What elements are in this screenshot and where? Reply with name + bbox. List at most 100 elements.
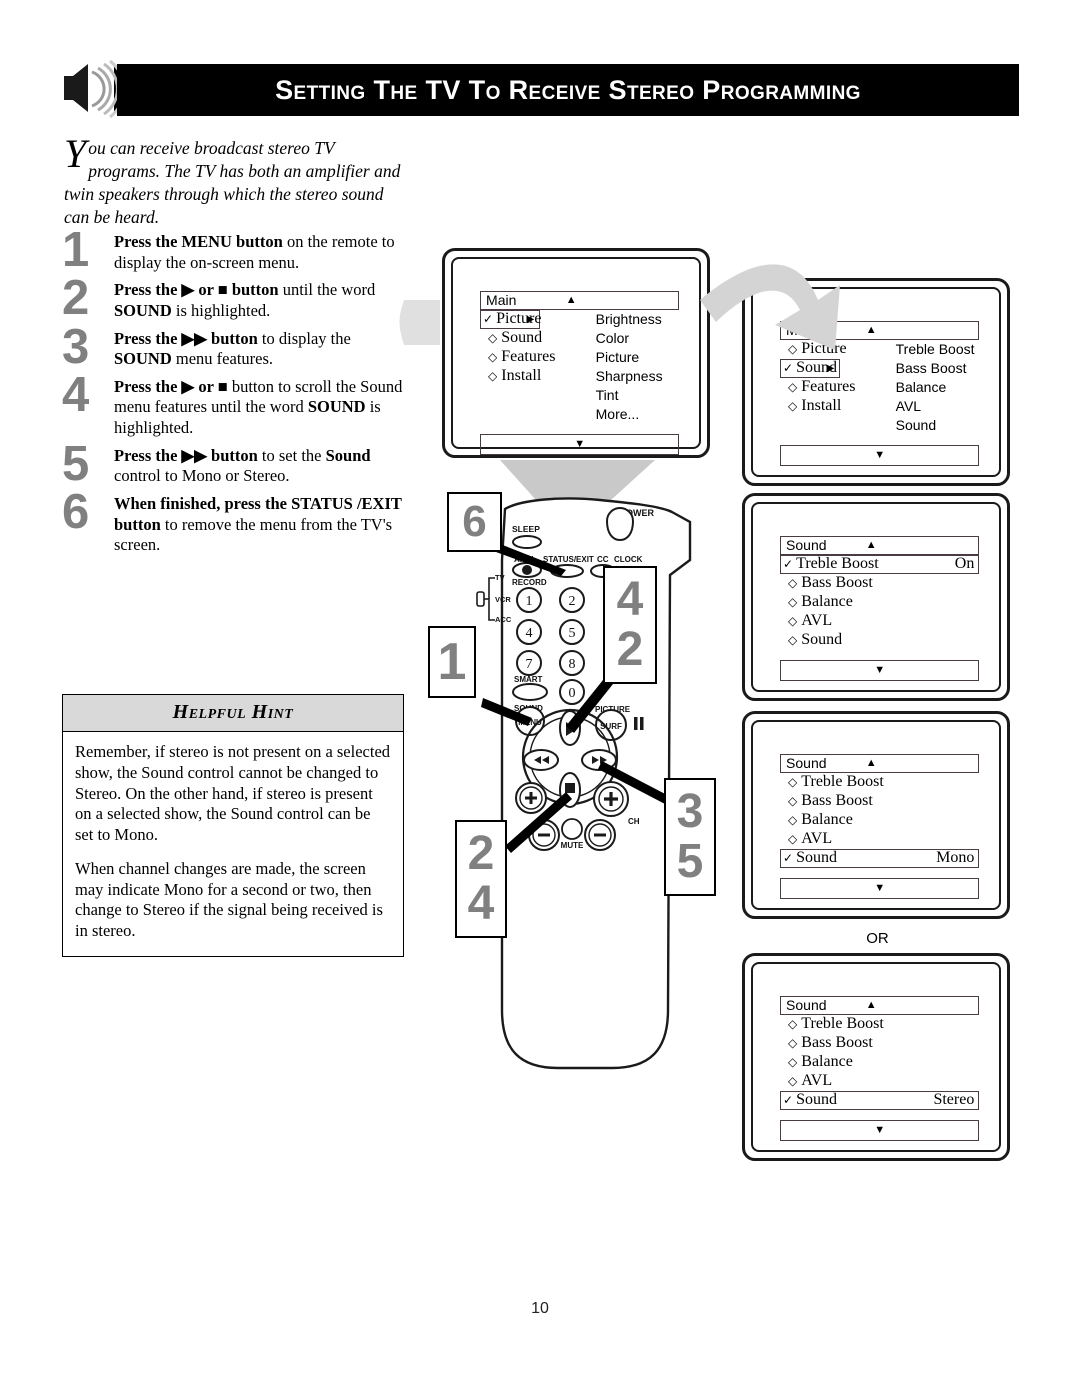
osd-menu-item[interactable]: ✓ Sound ▶ [780, 358, 841, 378]
diamond-icon: ◇ [788, 774, 798, 789]
osd-spacer [780, 868, 979, 878]
osd-menu-item[interactable]: ◇ Balance [780, 811, 979, 830]
page-title: Setting the TV to Receive Stereo Program… [275, 74, 861, 105]
osd-menu-item[interactable]: ◇ Sound [780, 631, 979, 650]
osd-menu: Main ▲ ✓ Picture ▶ ◇ Sound ◇ Features ◇ Install Bri… [480, 290, 680, 455]
osd-item-value: On [954, 555, 975, 573]
osd-title: Sound [786, 755, 827, 772]
osd-menu-item[interactable]: ◇ Balance [780, 593, 979, 612]
osd-scroll-down-bar[interactable]: ▼ [780, 659, 980, 681]
osd-item-left: ✓ Treble Boost [783, 555, 879, 573]
osd-scroll-down-bar[interactable]: ▼ [780, 444, 980, 466]
svg-text:RECORD: RECORD [512, 578, 547, 587]
osd-menu-item-selected[interactable]: ✓ Sound Mono [780, 848, 980, 868]
osd-menu-item[interactable]: ◇ AVL [780, 1072, 979, 1091]
osd-item-label: Bass Boost [801, 792, 873, 810]
svg-text:PICTURE: PICTURE [595, 705, 631, 714]
step-text: Press the MENU button on the remote to d… [114, 232, 395, 272]
osd-submenu-item[interactable]: Tint [596, 386, 680, 405]
diamond-icon: ◇ [788, 793, 798, 808]
step-item: 2 Press the ▶ or ■ button until the word … [62, 274, 407, 323]
osd-submenu-item[interactable]: AVL [896, 397, 980, 416]
osd-submenu-item[interactable]: Bass Boost [896, 359, 980, 378]
osd-submenu-item[interactable]: Picture [596, 348, 680, 367]
scroll-up-icon[interactable]: ▲ [866, 999, 877, 1011]
svg-text:TV: TV [495, 573, 505, 582]
osd-menu-item[interactable]: ◇ AVL [780, 830, 979, 849]
diamond-icon: ◇ [788, 398, 798, 413]
osd-submenu-item[interactable]: Sound [896, 416, 980, 435]
osd-submenu-item[interactable]: Color [596, 329, 680, 348]
osd-menu-item[interactable]: ◇ Install [480, 367, 542, 386]
osd-submenu-item[interactable]: Balance [896, 378, 980, 397]
osd-menu-item[interactable]: ◇ Install [780, 397, 841, 416]
svg-text:MENU: MENU [518, 718, 542, 727]
osd-title: Main [486, 292, 517, 309]
step-item: 4 Press the ▶ or ■ button to scroll the S… [62, 370, 407, 439]
intro-paragraph: You can receive broadcast stereo TV prog… [64, 134, 404, 229]
scroll-down-icon[interactable]: ▼ [874, 664, 885, 676]
scroll-up-icon[interactable]: ▲ [866, 539, 877, 551]
osd-menu-item[interactable]: ◇ Treble Boost [780, 773, 979, 792]
scroll-up-icon[interactable]: ▲ [566, 294, 577, 306]
osd-menu-item[interactable]: ◇ AVL [780, 612, 979, 631]
osd-scroll-down-bar[interactable]: ▼ [480, 433, 680, 455]
osd-menu: Sound ▲ ◇ Treble Boost ◇ Bass Boost ◇ Balance ◇ A… [780, 995, 980, 1141]
tv-bezel-inner: Main ▲ ✓ Picture ▶ ◇ Sound ◇ Features ◇ Install Bri… [451, 257, 701, 455]
scroll-up-icon[interactable]: ▲ [866, 757, 877, 769]
scroll-down-icon[interactable]: ▼ [874, 449, 885, 461]
osd-item-label: Balance [801, 593, 853, 611]
hint-paragraph: When channel changes are made, the scree… [75, 858, 383, 941]
callout-steps-4-2: 4 2 [603, 566, 657, 684]
osd-menu-item[interactable]: ◇ Bass Boost [780, 792, 979, 811]
callout-number: 2 [467, 827, 495, 880]
osd-title-bar: Main ▲ [480, 290, 680, 310]
osd-menu-item[interactable]: ◇ Features [780, 378, 855, 397]
scroll-down-icon[interactable]: ▼ [874, 882, 885, 894]
step-item: 1 Press the MENU button on the remote to … [62, 226, 407, 275]
osd-menu-item[interactable]: ◇ Sound [480, 329, 542, 348]
scroll-up-icon[interactable]: ▲ [866, 324, 877, 336]
scroll-down-icon[interactable]: ▼ [574, 438, 585, 450]
tv-screen-main-sound: Main ▲ ◇ Picture ✓ Sound ▶ ◇ Features ◇ Install Tre… [742, 278, 1010, 486]
osd-right-column: Brightness Color Picture Sharpness Tint More.… [590, 310, 680, 424]
callout-number: 2 [616, 623, 644, 676]
osd-menu-item-selected[interactable]: ✓ Treble Boost On [780, 554, 980, 574]
tv-bezel-inner: Sound ▲ ✓ Treble Boost On ◇ Bass Boost ◇ Balance… [751, 502, 1001, 692]
diamond-icon: ◇ [788, 379, 798, 394]
diamond-icon: ◇ [488, 349, 498, 364]
callout-step-6: 6 [447, 492, 502, 552]
osd-submenu-item[interactable]: Brightness [596, 310, 680, 329]
chevron-right-icon[interactable]: ▶ [527, 314, 535, 325]
osd-menu-item[interactable]: ◇ Features [480, 348, 555, 367]
osd-menu-item[interactable]: ◇ Treble Boost [780, 1015, 979, 1034]
check-icon: ✓ [783, 360, 794, 375]
or-separator-label: OR [866, 930, 889, 947]
osd-submenu-item[interactable]: Sharpness [596, 367, 680, 386]
osd-title-bar: Main ▲ [780, 320, 980, 340]
osd-menu-item[interactable]: ◇ Balance [780, 1053, 979, 1072]
osd-title-bar: Sound ▲ [780, 535, 980, 555]
osd-submenu-item[interactable]: More... [596, 405, 680, 424]
check-icon: ✓ [483, 311, 494, 326]
tv-bezel-inner: Main ▲ ◇ Picture ✓ Sound ▶ ◇ Features ◇ Install Tre… [751, 287, 1001, 477]
osd-menu-item-selected[interactable]: ✓ Sound Stereo [780, 1090, 980, 1110]
osd-scroll-down-bar[interactable]: ▼ [780, 1119, 980, 1141]
step-item: 5 Press the ▶▶ button to set the Sound co… [62, 439, 407, 488]
osd-menu-item[interactable]: ◇ Bass Boost [780, 574, 979, 593]
callout-steps-2-4: 2 4 [455, 820, 507, 938]
osd-menu-item[interactable]: ◇ Picture [780, 340, 847, 359]
diamond-icon: ◇ [788, 594, 798, 609]
osd-item-label: AVL [801, 612, 833, 630]
chevron-right-icon[interactable]: ▶ [827, 363, 835, 374]
diamond-icon: ◇ [788, 575, 798, 590]
page-header-band: Setting the TV to Receive Stereo Program… [117, 64, 1019, 116]
osd-menu-item[interactable]: ✓ Picture ▶ [480, 309, 541, 329]
osd-item-label: Install [501, 367, 542, 385]
osd-submenu-item[interactable]: Treble Boost [896, 340, 980, 359]
osd-scroll-down-bar[interactable]: ▼ [780, 877, 980, 899]
step-item: 6 When finished, press the STATUS /EXIT b… [62, 487, 407, 556]
osd-item-label: Sound [801, 631, 843, 649]
osd-menu-item[interactable]: ◇ Bass Boost [780, 1034, 979, 1053]
scroll-down-icon[interactable]: ▼ [874, 1124, 885, 1136]
